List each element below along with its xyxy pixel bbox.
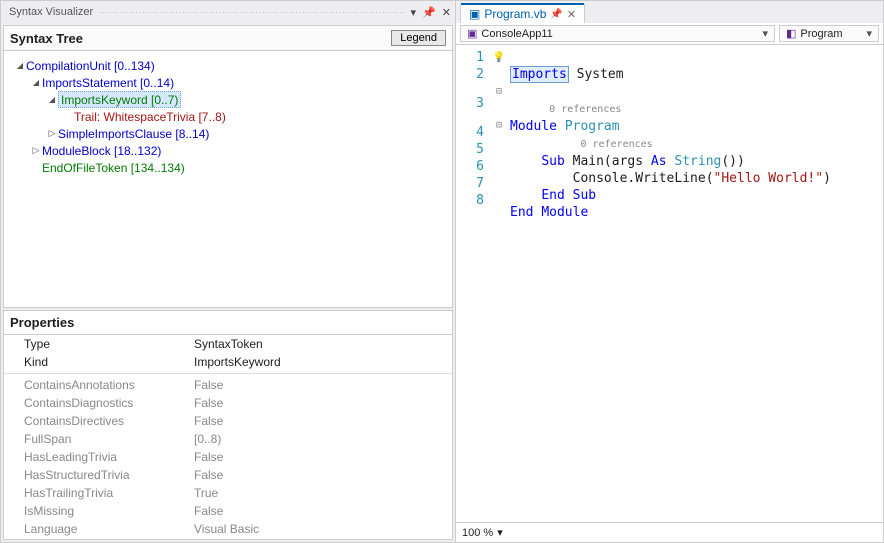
tree-node-label: SimpleImportsClause [8..14) xyxy=(58,127,209,141)
line-number: 2 xyxy=(456,66,484,83)
line-number: 3 xyxy=(456,95,484,112)
tree-node-label: Trail: WhitespaceTrivia [7..8) xyxy=(74,110,226,124)
chevron-down-icon[interactable]: ▾ xyxy=(497,526,503,539)
property-name: Language xyxy=(4,522,194,536)
property-name: Type xyxy=(4,337,194,351)
project-dropdown[interactable]: ▣ConsoleApp11 ▾ xyxy=(460,25,775,42)
line-number: 6 xyxy=(456,158,484,175)
property-row: HasLeadingTriviaFalse xyxy=(4,448,452,466)
property-row: ContainsDiagnosticsFalse xyxy=(4,394,452,412)
properties-grid[interactable]: TypeSyntaxTokenKindImportsKeywordContain… xyxy=(4,335,452,539)
properties-title: Properties xyxy=(4,311,452,335)
tab-close-icon[interactable]: ✕ xyxy=(567,8,576,21)
tree-title: Syntax Tree xyxy=(10,31,83,46)
navigation-bar: ▣ConsoleApp11 ▾ ◧Program ▾ xyxy=(456,23,883,45)
pin-icon[interactable]: 📌 xyxy=(422,6,436,19)
tree-node[interactable]: ModuleBlock [18..132) xyxy=(8,142,448,159)
line-number: 7 xyxy=(456,175,484,192)
tree-node-label: EndOfFileToken [134..134) xyxy=(42,161,185,175)
property-value: True xyxy=(194,486,452,500)
property-value: False xyxy=(194,468,452,482)
property-value: SyntaxToken xyxy=(194,337,452,351)
zoom-level[interactable]: 100 % xyxy=(462,527,493,539)
property-name: IsMissing xyxy=(4,504,194,518)
legend-button[interactable]: Legend xyxy=(391,30,446,46)
tab-program-vb[interactable]: ▣ Program.vb 📌 ✕ xyxy=(460,4,585,23)
tree-body[interactable]: CompilationUnit [0..134) ImportsStatement… xyxy=(4,51,452,307)
tree-node-label: ImportsKeyword [0..7) xyxy=(61,93,178,107)
property-name: Kind xyxy=(4,355,194,369)
property-row: ContainsDirectivesFalse xyxy=(4,412,452,430)
chevron-down-icon: ▾ xyxy=(866,27,872,40)
tree-node[interactable]: ImportsStatement [0..14) xyxy=(8,74,448,91)
tree-node[interactable]: Trail: WhitespaceTrivia [7..8) xyxy=(8,108,448,125)
line-number: 8 xyxy=(456,192,484,209)
tree-node-label: CompilationUnit [0..134) xyxy=(26,59,155,73)
property-value: False xyxy=(194,396,452,410)
property-value: ImportsKeyword xyxy=(194,355,452,369)
panel-titlebar: Syntax Visualizer ⋯⋯⋯⋯⋯⋯⋯⋯⋯⋯⋯⋯⋯⋯⋯⋯⋯⋯⋯⋯⋯⋯… xyxy=(1,1,455,23)
property-row: HasStructuredTriviaFalse xyxy=(4,466,452,484)
property-name: HasLeadingTrivia xyxy=(4,450,194,464)
fold-gutter[interactable]: 💡 ⊟ ⊟ xyxy=(492,45,506,522)
property-row: ContainsAnnotationsFalse xyxy=(4,376,452,394)
vb-file-icon: ▣ xyxy=(469,7,480,21)
chevron-down-icon: ▾ xyxy=(762,27,768,40)
syntax-visualizer-panel: Syntax Visualizer ⋯⋯⋯⋯⋯⋯⋯⋯⋯⋯⋯⋯⋯⋯⋯⋯⋯⋯⋯⋯⋯⋯… xyxy=(1,1,456,542)
property-value: [0..8) xyxy=(194,432,452,446)
code-editor[interactable]: 12 3 45678 💡 ⊟ ⊟ Imports System 0 refere… xyxy=(456,45,883,522)
tree-expand-icon[interactable] xyxy=(46,94,58,105)
line-number-gutter: 12 3 45678 xyxy=(456,45,492,522)
tree-expand-icon[interactable] xyxy=(14,60,26,71)
tree-expand-icon[interactable] xyxy=(46,128,58,139)
panel-grip[interactable]: ⋯⋯⋯⋯⋯⋯⋯⋯⋯⋯⋯⋯⋯⋯⋯⋯⋯⋯⋯⋯⋯⋯⋯⋯⋯⋯⋯⋯⋯⋯⋯⋯⋯⋯⋯⋯⋯⋯⋯⋯… xyxy=(99,7,404,18)
property-value: False xyxy=(194,378,452,392)
line-number: 1 xyxy=(456,49,484,66)
vb-project-icon: ▣ xyxy=(467,27,477,40)
tree-node[interactable]: EndOfFileToken [134..134) xyxy=(8,159,448,176)
line-number: 5 xyxy=(456,141,484,158)
tree-node-label: ImportsStatement [0..14) xyxy=(42,76,174,90)
property-row: IsMissingFalse xyxy=(4,502,452,520)
property-value: False xyxy=(194,450,452,464)
syntax-tree-section: Syntax Tree Legend CompilationUnit [0..1… xyxy=(3,25,453,308)
property-name: ContainsAnnotations xyxy=(4,378,194,392)
property-value: False xyxy=(194,504,452,518)
code-content[interactable]: Imports System 0 references Module Progr… xyxy=(506,45,883,522)
property-name: HasTrailingTrivia xyxy=(4,486,194,500)
editor-panel: ▣ Program.vb 📌 ✕ ▣ConsoleApp11 ▾ ◧Progra… xyxy=(456,1,883,542)
tree-node[interactable]: SimpleImportsClause [8..14) xyxy=(8,125,448,142)
property-value: False xyxy=(194,414,452,428)
editor-tabs: ▣ Program.vb 📌 ✕ xyxy=(456,1,883,23)
property-name: ContainsDirectives xyxy=(4,414,194,428)
tree-node-label: ModuleBlock [18..132) xyxy=(42,144,161,158)
close-icon[interactable]: ✕ xyxy=(442,6,451,19)
panel-title: Syntax Visualizer xyxy=(9,6,93,18)
property-row: FullSpan[0..8) xyxy=(4,430,452,448)
tree-expand-icon[interactable] xyxy=(30,145,42,156)
property-row: LanguageVisual Basic xyxy=(4,520,452,538)
property-row: TypeSyntaxToken xyxy=(4,335,452,353)
tab-pin-icon[interactable]: 📌 xyxy=(550,9,562,20)
tree-node[interactable]: ImportsKeyword [0..7) xyxy=(8,91,448,108)
property-row: KindImportsKeyword xyxy=(4,353,452,371)
module-icon: ◧ xyxy=(786,27,796,40)
editor-statusbar: 100 % ▾ xyxy=(456,522,883,542)
dropdown-icon[interactable]: ▾ xyxy=(411,6,417,19)
tab-label: Program.vb xyxy=(484,7,546,21)
property-value: Visual Basic xyxy=(194,522,452,536)
symbol-dropdown[interactable]: ◧Program ▾ xyxy=(779,25,879,42)
property-name: HasStructuredTrivia xyxy=(4,468,194,482)
tree-node[interactable]: CompilationUnit [0..134) xyxy=(8,57,448,74)
tree-expand-icon[interactable] xyxy=(30,77,42,88)
property-name: ContainsDiagnostics xyxy=(4,396,194,410)
properties-section: Properties TypeSyntaxTokenKindImportsKey… xyxy=(3,310,453,540)
line-number: 4 xyxy=(456,124,484,141)
property-row: HasTrailingTriviaTrue xyxy=(4,484,452,502)
property-name: FullSpan xyxy=(4,432,194,446)
